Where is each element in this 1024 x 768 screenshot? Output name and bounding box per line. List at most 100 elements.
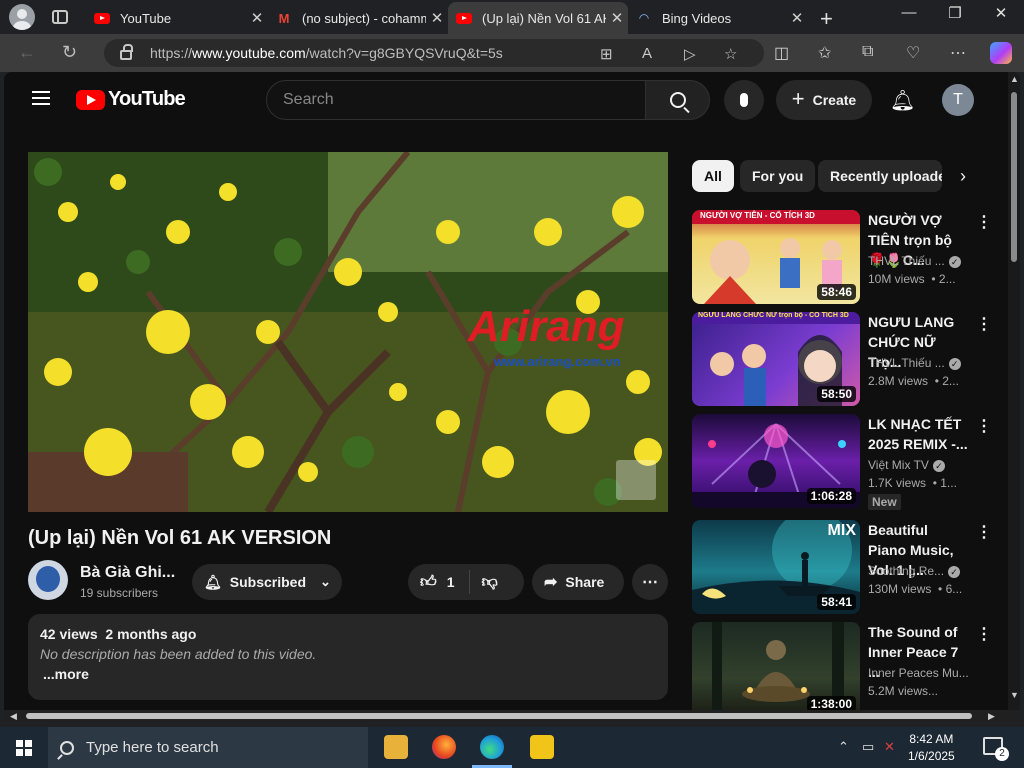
close-tab-icon[interactable]: ✕ [786, 9, 808, 27]
minimize-button[interactable]: — [886, 4, 932, 21]
taskbar-search-placeholder: Type here to search [86, 739, 219, 756]
video-thumbnail[interactable]: NGƯỜI VỢ TIÊN - CỔ TÍCH 3D 58:46 [692, 210, 860, 304]
address-bar[interactable]: https://www.youtube.com/watch?v=g8GBYQSV… [104, 39, 764, 67]
recommended-channel: THVL Thiếu ... ✓ [868, 254, 961, 268]
recommended-stats: 130M views • 6... [868, 582, 963, 596]
recommended-video[interactable]: NGƯỜI VỢ TIÊN - CỔ TÍCH 3D 58:46 NGƯỜI V… [692, 210, 992, 306]
chevron-right-icon[interactable]: › [960, 166, 966, 187]
vertical-scroll-thumb[interactable] [1011, 92, 1017, 262]
taskbar-search-box[interactable]: Type here to search [48, 727, 368, 768]
duration-badge: 1:06:28 [806, 488, 856, 504]
collections-icon[interactable]: ⧉ [862, 43, 873, 61]
recommended-video[interactable]: MIX 58:41 Beautiful Piano Music, Vol. 1 … [692, 520, 992, 616]
search-button[interactable] [646, 80, 710, 120]
vertical-scrollbar[interactable]: ▲ ▼ [1008, 72, 1020, 710]
scroll-down-arrow-icon[interactable]: ▼ [1010, 690, 1019, 700]
youtube-logo[interactable]: YouTube [76, 88, 186, 111]
browser-essentials-icon[interactable]: ♡ [906, 43, 920, 63]
settings-more-icon[interactable]: ⋯ [950, 43, 966, 63]
system-clock[interactable]: 8:42 AM 1/6/2025 [908, 731, 955, 765]
recommended-video[interactable]: NGƯU LANG CHỨC NỮ trọn bộ - CỔ TÍCH 3D 5… [692, 312, 992, 408]
video-icon[interactable]: ▷ [684, 45, 696, 63]
notification-count: 2 [995, 747, 1009, 761]
channel-avatar[interactable] [28, 560, 68, 600]
more-vert-icon[interactable]: ⋮ [976, 416, 992, 436]
scroll-left-arrow-icon[interactable]: ◀ [10, 711, 17, 722]
description-box[interactable]: 42 views 2 months ago No description has… [28, 614, 668, 700]
channel-name[interactable]: Bà Già Ghi... [80, 564, 175, 582]
copilot-icon[interactable] [990, 42, 1012, 64]
video-thumbnail[interactable]: 1:38:00 [692, 622, 860, 710]
notifications-bell-icon[interactable]: 🔔︎ [890, 88, 915, 113]
recommended-video[interactable]: 1:06:28 LK NHẠC TẾT 2025 REMIX -... Việt… [692, 414, 992, 510]
tab-actions-icon[interactable] [52, 10, 68, 24]
dislike-button[interactable]: 👎︎ [482, 573, 498, 592]
description-text: No description has been added to this vi… [40, 646, 317, 662]
like-button[interactable]: 👍︎ [420, 573, 437, 592]
menu-icon[interactable] [32, 91, 50, 105]
create-button[interactable]: + Create [776, 80, 872, 120]
volume-muted-icon[interactable]: ✕ [884, 739, 895, 755]
tab-bing-videos[interactable]: ◠ Bing Videos ✕ [628, 2, 808, 34]
scroll-right-arrow-icon[interactable]: ▶ [988, 711, 995, 722]
subscribed-button[interactable]: 🔔︎ Subscribed ⌄ [192, 564, 342, 600]
edge-icon[interactable] [480, 735, 504, 759]
account-avatar[interactable]: T [942, 84, 974, 116]
tab-gmail[interactable]: M (no subject) - cohamm ✕ [268, 2, 448, 34]
more-vert-icon[interactable]: ⋮ [976, 212, 992, 232]
windows-start-icon[interactable] [16, 740, 32, 756]
new-tab-button[interactable]: + [820, 6, 833, 32]
read-aloud-icon[interactable]: A [642, 45, 652, 62]
profile-icon[interactable] [9, 4, 35, 30]
restore-button[interactable]: ❐ [932, 4, 978, 22]
favorite-star-icon[interactable]: ☆ [724, 45, 737, 63]
lock-icon[interactable] [120, 44, 133, 60]
chip-for-you[interactable]: For you [740, 160, 816, 192]
verified-icon: ✓ [948, 255, 961, 268]
horizontal-scrollbar[interactable]: ◀ ▶ [4, 710, 1020, 722]
tab-youtube[interactable]: YouTube ✕ [86, 2, 268, 34]
refresh-icon[interactable]: ↻ [62, 42, 77, 63]
split-screen-icon[interactable]: ◫ [774, 43, 789, 63]
recommended-channel: THVL Thiếu ... ✓ [868, 356, 961, 370]
logo-text: YouTube [108, 88, 186, 110]
voice-search-button[interactable] [724, 80, 764, 120]
show-hidden-icons-chevron-icon[interactable]: ⌃ [838, 739, 849, 755]
clock-time: 8:42 AM [909, 732, 954, 746]
channel-logo-watermark-icon[interactable] [616, 460, 656, 500]
video-thumbnail[interactable]: NGƯU LANG CHỨC NỮ trọn bộ - CỔ TÍCH 3D 5… [692, 312, 860, 406]
tab-current-video[interactable]: (Up lại) Nền Vol 61 AK ✕ [448, 2, 628, 34]
video-thumbnail[interactable]: 1:06:28 [692, 414, 860, 508]
file-explorer-icon[interactable] [384, 735, 408, 759]
youtube-icon [94, 10, 110, 26]
search-input[interactable]: Search [266, 80, 646, 120]
like-count: 1 [446, 574, 455, 590]
firefox-icon[interactable] [432, 735, 456, 759]
close-tab-icon[interactable]: ✕ [426, 9, 448, 27]
back-arrow-icon[interactable]: ← [18, 42, 36, 63]
recommended-video[interactable]: 1:38:00 The Sound of Inner Peace 7 ... I… [692, 622, 992, 710]
notifications-icon[interactable]: 2 [983, 737, 1009, 761]
close-window-button[interactable]: ✕ [978, 4, 1024, 22]
chip-all[interactable]: All [692, 160, 734, 192]
network-icon[interactable]: ▭ [862, 739, 874, 755]
favorites-icon[interactable]: ✩ [818, 43, 831, 63]
scroll-up-arrow-icon[interactable]: ▲ [1010, 74, 1019, 84]
chevron-down-icon: ⌄ [320, 574, 331, 589]
recommended-stats: 10M views • 2... [868, 272, 956, 286]
app-icon[interactable] [530, 735, 554, 759]
more-actions-button[interactable]: ⋯ [632, 564, 668, 600]
more-vert-icon[interactable]: ⋮ [976, 522, 992, 542]
close-tab-icon[interactable]: ✕ [246, 9, 268, 27]
video-player[interactable]: Arirang www.arirang.com.vn [28, 152, 668, 512]
close-tab-icon[interactable]: ✕ [606, 9, 628, 27]
share-button[interactable]: ➦ Share [532, 564, 624, 600]
show-more-link[interactable]: ...more [43, 666, 656, 682]
chip-recently-uploaded[interactable]: Recently uploaded [818, 160, 942, 192]
horizontal-scroll-thumb[interactable] [26, 713, 972, 719]
tab-label: (no subject) - cohamm [302, 10, 426, 26]
app-available-icon[interactable]: ⊞ [600, 45, 613, 63]
more-vert-icon[interactable]: ⋮ [976, 314, 992, 334]
more-vert-icon[interactable]: ⋮ [976, 624, 992, 644]
video-thumbnail[interactable]: MIX 58:41 [692, 520, 860, 614]
